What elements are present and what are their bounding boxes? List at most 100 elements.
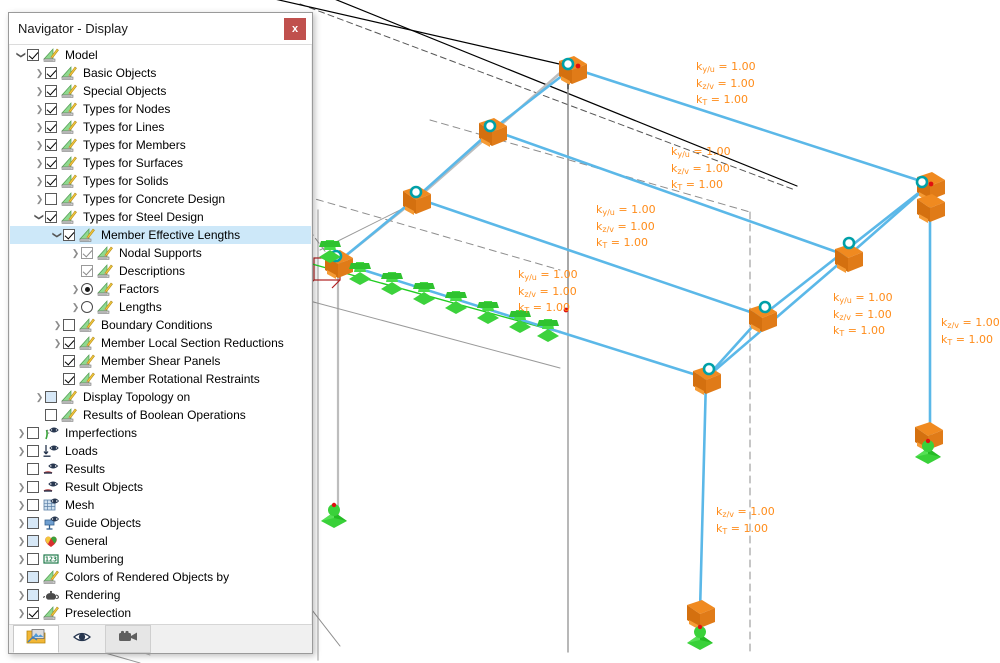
tree-row-label: Results of Boolean Operations [82,408,246,422]
tree-row[interactable]: Descriptions [10,262,311,280]
tree-row[interactable]: ❯Factors [10,280,311,298]
tree-row[interactable]: ❯Model [10,46,311,64]
chevron-right-icon[interactable]: ❯ [34,118,45,136]
tree-row[interactable]: ❯Types for Members [10,136,311,154]
tree-row[interactable]: ❯Mesh [10,496,311,514]
navigator-tabstrip[interactable] [9,624,312,653]
checkbox[interactable] [27,499,39,511]
checkbox[interactable] [27,607,39,619]
tree-row[interactable]: ❯Member Effective Lengths [10,226,311,244]
chevron-right-icon[interactable]: ❯ [34,388,45,406]
checkbox[interactable] [27,49,39,61]
navigator-display-dialog[interactable]: Navigator - Display x ❯Model❯Basic Objec… [8,12,313,654]
radio-unselected[interactable] [81,301,93,313]
model-icon [79,372,95,386]
checkbox[interactable] [45,67,57,79]
tree-row[interactable]: ❯Basic Objects [10,64,311,82]
checkbox[interactable] [45,175,57,187]
radio-selected[interactable] [81,283,93,295]
checkbox[interactable] [45,103,57,115]
chevron-right-icon[interactable]: ❯ [70,244,81,262]
chevron-right-icon[interactable]: ❯ [34,64,45,82]
tree-row[interactable]: ❯Rendering [10,586,311,604]
tree-row[interactable]: ❯Lengths [10,298,311,316]
tree-row[interactable]: ❯Types for Solids [10,172,311,190]
display-tree[interactable]: ❯Model❯Basic Objects❯Special Objects❯Typ… [10,45,311,624]
checkbox[interactable] [45,391,57,403]
display-navigator-tab[interactable] [59,625,105,653]
checkbox[interactable] [27,553,39,565]
chevron-right-icon[interactable]: ❯ [70,298,81,316]
tree-row[interactable]: ❯Loads [10,442,311,460]
checkbox[interactable] [63,229,75,241]
checkbox[interactable] [27,535,39,547]
checkbox[interactable] [27,463,39,475]
tree-row[interactable]: ❯Display Topology on [10,388,311,406]
tree-row[interactable]: Member Shear Panels [10,352,311,370]
checkbox[interactable] [45,211,57,223]
chevron-right-icon[interactable]: ❯ [16,514,27,532]
checkbox[interactable] [45,85,57,97]
tree-row[interactable]: ❯Types for Lines [10,118,311,136]
chevron-right-icon[interactable]: ❯ [16,532,27,550]
checkbox[interactable] [27,571,39,583]
chevron-right-icon[interactable]: ❯ [34,82,45,100]
checkbox[interactable] [45,139,57,151]
tree-row[interactable]: ❯Special Objects [10,82,311,100]
checkbox[interactable] [27,589,39,601]
checkbox[interactable] [27,481,39,493]
tree-row[interactable]: ❯Types for Nodes [10,100,311,118]
tree-row[interactable]: ❯Colors of Rendered Objects by [10,568,311,586]
checkbox[interactable] [63,373,75,385]
chevron-right-icon[interactable]: ❯ [52,316,63,334]
checkbox[interactable] [63,319,75,331]
checkbox[interactable] [27,517,39,529]
chevron-right-icon[interactable]: ❯ [16,442,27,460]
tree-row[interactable]: Results of Boolean Operations [10,406,311,424]
checkbox[interactable] [27,427,39,439]
checkbox[interactable] [81,265,93,277]
close-icon[interactable]: x [284,18,306,40]
tree-row[interactable]: Member Rotational Restraints [10,370,311,388]
chevron-right-icon[interactable]: ❯ [16,550,27,568]
chevron-right-icon[interactable]: ❯ [34,154,45,172]
model-icon [97,246,113,260]
chevron-right-icon[interactable]: ❯ [52,334,63,352]
tree-row[interactable]: Results [10,460,311,478]
chevron-right-icon[interactable]: ❯ [34,172,45,190]
chevron-right-icon[interactable]: ❯ [34,136,45,154]
chevron-right-icon[interactable]: ❯ [16,496,27,514]
model-icon [61,174,77,188]
tree-row[interactable]: ❯Nodal Supports [10,244,311,262]
tree-row[interactable]: ❯Imperfections [10,424,311,442]
tree-row[interactable]: ❯Boundary Conditions [10,316,311,334]
chevron-right-icon[interactable]: ❯ [16,586,27,604]
tree-row[interactable]: ❯Member Local Section Reductions [10,334,311,352]
project-navigator-tab[interactable] [13,625,59,653]
checkbox[interactable] [63,337,75,349]
views-navigator-tab[interactable] [105,625,151,653]
tree-row[interactable]: ❯Result Objects [10,478,311,496]
checkbox[interactable] [45,121,57,133]
checkbox[interactable] [27,445,39,457]
checkbox[interactable] [45,193,57,205]
chevron-right-icon[interactable]: ❯ [16,478,27,496]
chevron-right-icon[interactable]: ❯ [16,568,27,586]
tree-row[interactable]: ❯123Numbering [10,550,311,568]
chevron-right-icon[interactable]: ❯ [70,280,81,298]
tree-row[interactable]: ❯Guide Objects [10,514,311,532]
tree-row[interactable]: ❯Types for Concrete Design [10,190,311,208]
effective-length-label: ky/u = 1.00kz/v = 1.00kT = 1.00 [696,60,756,110]
chevron-right-icon[interactable]: ❯ [16,424,27,442]
checkbox[interactable] [45,157,57,169]
checkbox[interactable] [63,355,75,367]
checkbox[interactable] [45,409,57,421]
tree-row[interactable]: ❯Preselection [10,604,311,622]
tree-row[interactable]: ❯Types for Steel Design [10,208,311,226]
tree-row[interactable]: ❯Types for Surfaces [10,154,311,172]
checkbox[interactable] [81,247,93,259]
chevron-right-icon[interactable]: ❯ [16,604,27,622]
chevron-right-icon[interactable]: ❯ [34,190,45,208]
tree-row[interactable]: ❯General [10,532,311,550]
chevron-right-icon[interactable]: ❯ [34,100,45,118]
